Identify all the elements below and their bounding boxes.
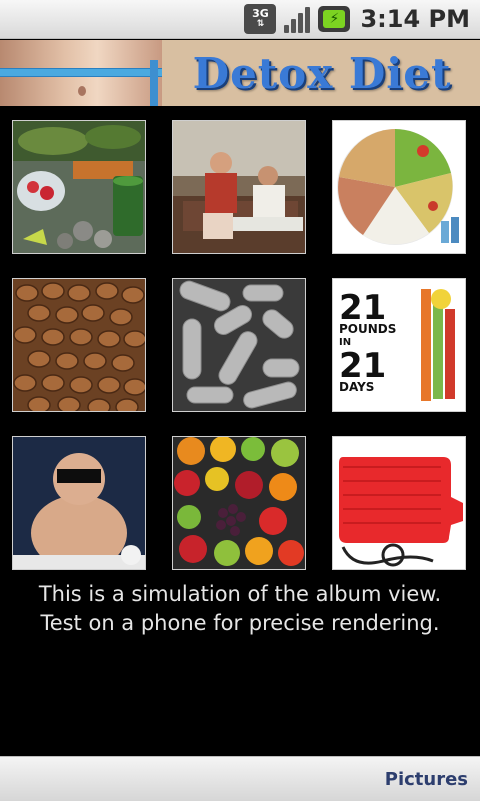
bacteria-micrograph-photo[interactable] (172, 278, 306, 412)
header-banner: Detox Diet (0, 40, 480, 106)
network-label: 3G (252, 7, 269, 20)
child-photo[interactable] (12, 436, 146, 570)
clock: 3:14 PM (360, 5, 470, 33)
caption-line-1: This is a simulation of the album view. (38, 582, 442, 606)
bottom-bar: Pictures (0, 756, 480, 801)
book-line-days: DAYS (339, 380, 374, 394)
status-bar: 3G ⇅ ⚡ 3:14 PM (0, 0, 480, 39)
fruit-assortment-photo[interactable] (172, 436, 306, 570)
coffee-beans-photo[interactable] (12, 278, 146, 412)
hot-water-bottle-photo[interactable] (332, 436, 466, 570)
app-title: Detox Diet (192, 48, 452, 98)
detox-drinks-photo[interactable] (12, 120, 146, 254)
pictures-button[interactable]: Pictures (385, 757, 468, 801)
waist-measuring-photo (0, 40, 162, 106)
simulation-caption: This is a simulation of the album view. … (0, 580, 480, 638)
network-3g-icon: 3G ⇅ (244, 4, 277, 34)
couch-people-photo[interactable] (172, 120, 306, 254)
status-icons: 3G ⇅ ⚡ 3:14 PM (244, 3, 470, 35)
food-plate-photo[interactable] (332, 120, 466, 254)
book-cover-21-pounds-photo[interactable]: 21 POUNDS IN 21 DAYS (332, 278, 466, 412)
signal-strength-icon (284, 5, 311, 33)
data-arrows-icon: ⇅ (256, 19, 265, 29)
battery-charging-icon: ⚡ (318, 6, 351, 32)
caption-line-2: Test on a phone for precise rendering. (40, 611, 440, 635)
book-line-pounds: POUNDS (339, 322, 396, 336)
